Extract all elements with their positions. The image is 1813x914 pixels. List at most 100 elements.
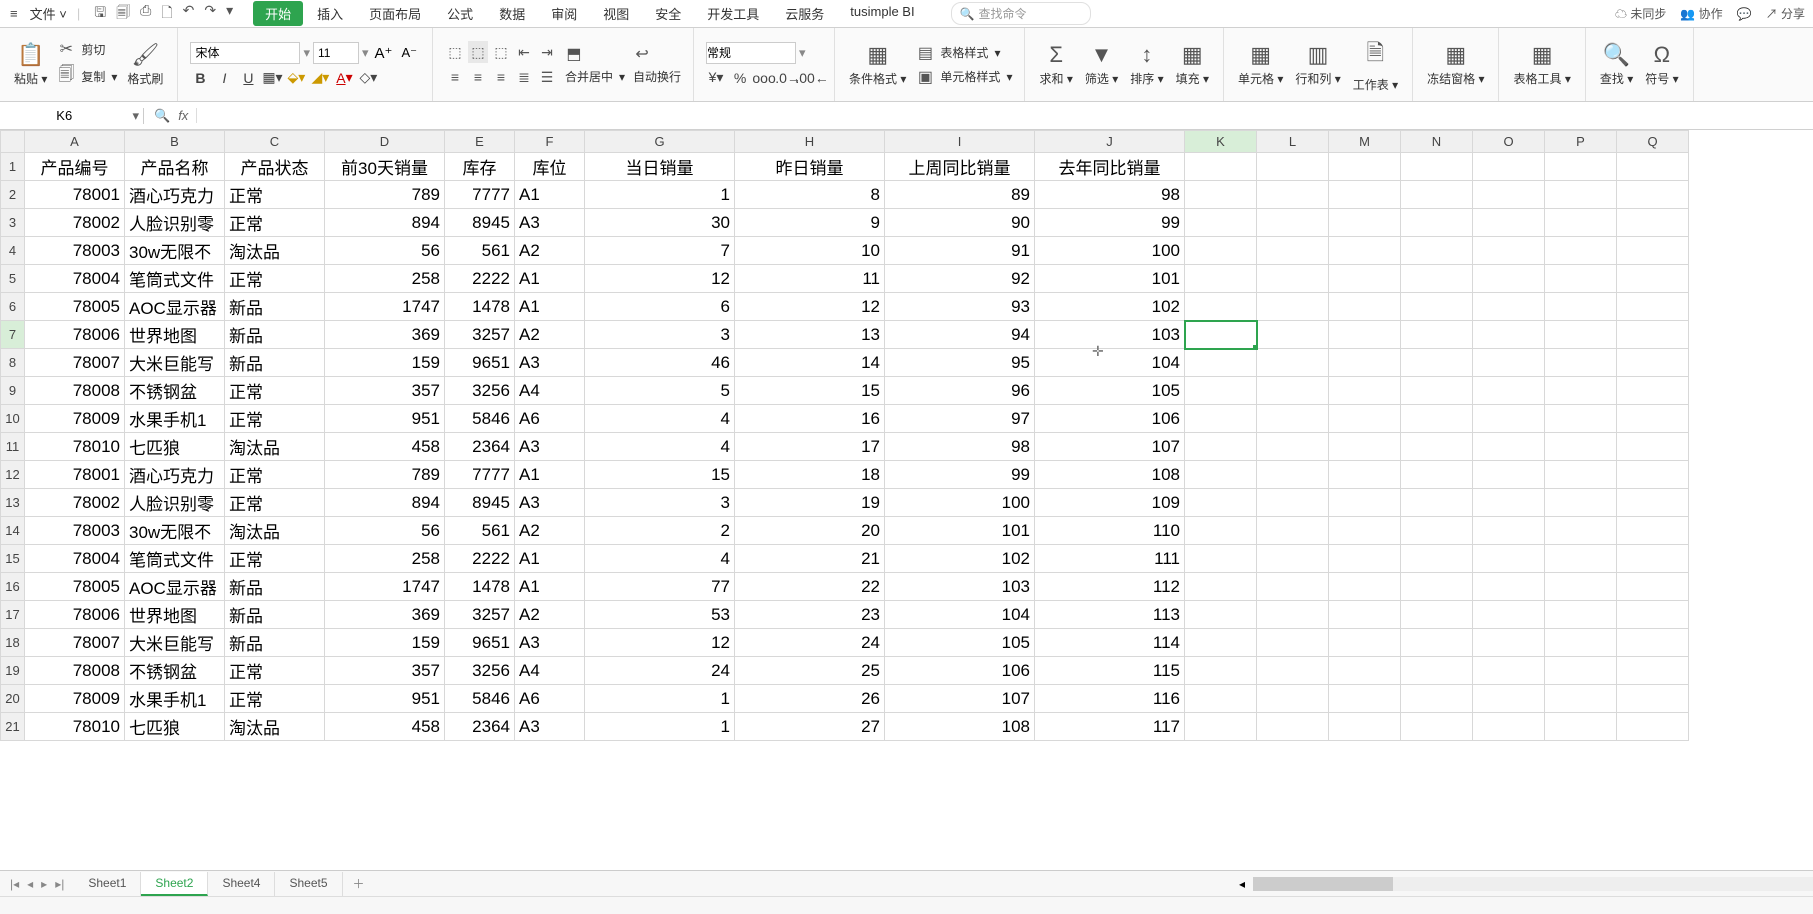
cell[interactable] <box>1473 265 1545 293</box>
cell[interactable]: A1 <box>515 265 585 293</box>
row-header-7[interactable]: 7 <box>1 321 25 349</box>
bold-button[interactable]: B <box>190 68 210 88</box>
cell[interactable]: 正常 <box>225 377 325 405</box>
row-header-10[interactable]: 10 <box>1 405 25 433</box>
cell[interactable]: 正常 <box>225 657 325 685</box>
symbol-button[interactable]: Ω符号 ▾ <box>1639 32 1684 97</box>
cell[interactable]: 561 <box>445 517 515 545</box>
cell[interactable]: 淘汰品 <box>225 713 325 741</box>
cell[interactable] <box>1473 629 1545 657</box>
cell[interactable]: A1 <box>515 461 585 489</box>
cell[interactable]: 102 <box>1035 293 1185 321</box>
column-header-N[interactable]: N <box>1401 131 1473 153</box>
cell[interactable]: 库位 <box>515 153 585 181</box>
cell[interactable] <box>1473 461 1545 489</box>
cell[interactable]: 5846 <box>445 685 515 713</box>
cell[interactable]: 17 <box>735 433 885 461</box>
redo-icon[interactable]: ↷ <box>204 2 216 26</box>
cell[interactable]: 4 <box>585 405 735 433</box>
cell[interactable] <box>1329 209 1401 237</box>
border-button[interactable]: ▦▾ <box>262 68 282 88</box>
cell[interactable] <box>1257 657 1329 685</box>
cell[interactable] <box>1473 153 1545 181</box>
cell[interactable] <box>1473 713 1545 741</box>
cells-button[interactable]: ▦单元格 ▾ <box>1232 32 1289 97</box>
cell[interactable] <box>1257 377 1329 405</box>
fill-color-button[interactable]: ⬙▾ <box>286 68 306 88</box>
cell[interactable] <box>1617 545 1689 573</box>
cell[interactable]: 111 <box>1035 545 1185 573</box>
cell[interactable] <box>1545 573 1617 601</box>
cell[interactable]: 12 <box>585 629 735 657</box>
align-top-icon[interactable]: ⬚ <box>445 41 465 63</box>
cell[interactable]: 笔筒式文件 <box>125 545 225 573</box>
ribbon-tab-6[interactable]: 视图 <box>591 1 641 26</box>
cell[interactable]: 105 <box>885 629 1035 657</box>
cell[interactable]: 561 <box>445 237 515 265</box>
cell[interactable]: 4 <box>585 433 735 461</box>
comma-icon[interactable]: ooo <box>754 68 774 88</box>
column-header-C[interactable]: C <box>225 131 325 153</box>
cell[interactable]: 1 <box>585 713 735 741</box>
column-header-M[interactable]: M <box>1329 131 1401 153</box>
cell[interactable]: 78010 <box>25 433 125 461</box>
cell[interactable] <box>1545 181 1617 209</box>
cell[interactable]: 不锈钢盆 <box>125 377 225 405</box>
cell[interactable]: 110 <box>1035 517 1185 545</box>
format-painter-button[interactable]: 🖌格式刷 <box>121 32 169 97</box>
cell[interactable] <box>1401 433 1473 461</box>
distribute-icon[interactable]: ☰ <box>537 66 557 88</box>
cell[interactable]: 56 <box>325 517 445 545</box>
ribbon-tab-2[interactable]: 页面布局 <box>357 1 433 26</box>
cell[interactable] <box>1329 321 1401 349</box>
sort-button[interactable]: ↕排序 ▾ <box>1124 32 1169 97</box>
row-header-18[interactable]: 18 <box>1 629 25 657</box>
cell[interactable] <box>1329 433 1401 461</box>
column-header-Q[interactable]: Q <box>1617 131 1689 153</box>
cell[interactable] <box>1257 517 1329 545</box>
row-header-17[interactable]: 17 <box>1 601 25 629</box>
ribbon-tab-10[interactable]: tusimple BI <box>838 1 926 26</box>
number-format-select[interactable] <box>706 42 796 64</box>
cell[interactable]: 357 <box>325 377 445 405</box>
cell[interactable] <box>1617 601 1689 629</box>
cell[interactable] <box>1329 405 1401 433</box>
qat-dd-icon[interactable]: ▾ <box>226 2 233 26</box>
cell[interactable] <box>1185 657 1257 685</box>
cell[interactable]: 30w无限不 <box>125 237 225 265</box>
cell[interactable] <box>1329 685 1401 713</box>
cell[interactable]: 14 <box>735 349 885 377</box>
row-header-1[interactable]: 1 <box>1 153 25 181</box>
cell[interactable]: 96 <box>885 377 1035 405</box>
row-header-5[interactable]: 5 <box>1 265 25 293</box>
cell[interactable]: 27 <box>735 713 885 741</box>
cell[interactable] <box>1185 629 1257 657</box>
cell[interactable]: 159 <box>325 349 445 377</box>
cell[interactable] <box>1473 181 1545 209</box>
dec-decimal-icon[interactable]: .00← <box>802 68 822 88</box>
cell[interactable]: A3 <box>515 433 585 461</box>
cell[interactable]: 9651 <box>445 349 515 377</box>
name-box[interactable]: ▾ <box>0 108 144 124</box>
horizontal-scrollbar[interactable]: ◂ ▸ <box>1253 877 1813 891</box>
sheet-tab-Sheet2[interactable]: Sheet2 <box>141 872 208 896</box>
cell[interactable]: 正常 <box>225 685 325 713</box>
cell[interactable]: 78010 <box>25 713 125 741</box>
cell[interactable]: A3 <box>515 629 585 657</box>
highlight-button[interactable]: ◢▾ <box>310 68 330 88</box>
cell[interactable]: 21 <box>735 545 885 573</box>
column-header-B[interactable]: B <box>125 131 225 153</box>
cell[interactable] <box>1545 433 1617 461</box>
cell[interactable] <box>1473 237 1545 265</box>
cell[interactable] <box>1401 237 1473 265</box>
cell[interactable] <box>1617 629 1689 657</box>
cell[interactable] <box>1617 461 1689 489</box>
cell[interactable] <box>1257 433 1329 461</box>
tab-nav-first-icon[interactable]: |◂ <box>10 877 19 891</box>
cell[interactable]: 12 <box>735 293 885 321</box>
cell[interactable]: 789 <box>325 461 445 489</box>
column-header-I[interactable]: I <box>885 131 1035 153</box>
cell[interactable] <box>1329 293 1401 321</box>
cell[interactable]: 产品名称 <box>125 153 225 181</box>
cell[interactable] <box>1329 265 1401 293</box>
